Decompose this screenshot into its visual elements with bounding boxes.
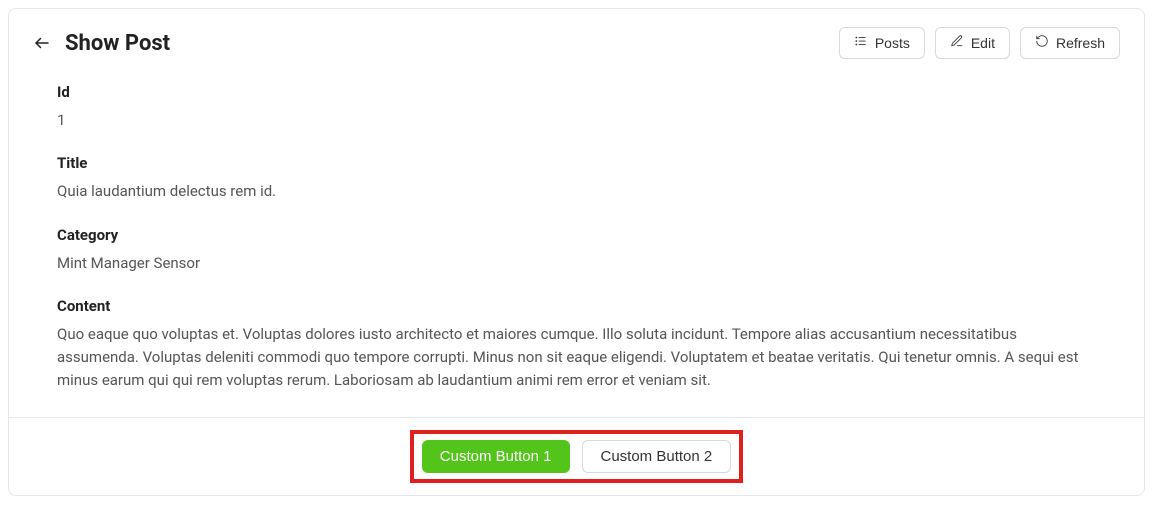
footer-highlight-box: Custom Button 1 Custom Button 2	[410, 430, 743, 483]
field-category: Category Mint Manager Sensor	[57, 226, 1096, 275]
back-arrow-icon[interactable]	[33, 34, 51, 52]
list-icon	[854, 34, 868, 52]
refresh-icon	[1035, 34, 1049, 52]
custom-button-2[interactable]: Custom Button 2	[582, 440, 732, 473]
posts-button[interactable]: Posts	[839, 27, 925, 59]
edit-icon	[950, 34, 964, 52]
field-title-label: Title	[57, 154, 1096, 172]
field-id-label: Id	[57, 83, 1096, 101]
page-title: Show Post	[65, 31, 170, 56]
refresh-button-label: Refresh	[1056, 34, 1105, 52]
footer: Custom Button 1 Custom Button 2	[9, 417, 1144, 495]
field-category-label: Category	[57, 226, 1096, 244]
field-content-value: Quo eaque quo voluptas et. Voluptas dolo…	[57, 323, 1096, 393]
field-title: Title Quia laudantium delectus rem id.	[57, 154, 1096, 203]
body: Id 1 Title Quia laudantium delectus rem …	[9, 59, 1144, 417]
field-category-value: Mint Manager Sensor	[57, 252, 1096, 275]
field-content-label: Content	[57, 297, 1096, 315]
field-content: Content Quo eaque quo voluptas et. Volup…	[57, 297, 1096, 393]
custom-button-1[interactable]: Custom Button 1	[422, 440, 570, 473]
header-actions: Posts Edit Refresh	[839, 27, 1120, 59]
field-title-value: Quia laudantium delectus rem id.	[57, 180, 1096, 203]
posts-button-label: Posts	[875, 34, 910, 52]
field-id-value: 1	[57, 109, 1096, 132]
edit-button[interactable]: Edit	[935, 27, 1010, 59]
header-left: Show Post	[33, 31, 170, 56]
show-post-card: Show Post Posts Edit Refresh	[8, 8, 1145, 496]
field-id: Id 1	[57, 83, 1096, 132]
refresh-button[interactable]: Refresh	[1020, 27, 1120, 59]
edit-button-label: Edit	[971, 34, 995, 52]
header: Show Post Posts Edit Refresh	[9, 9, 1144, 59]
